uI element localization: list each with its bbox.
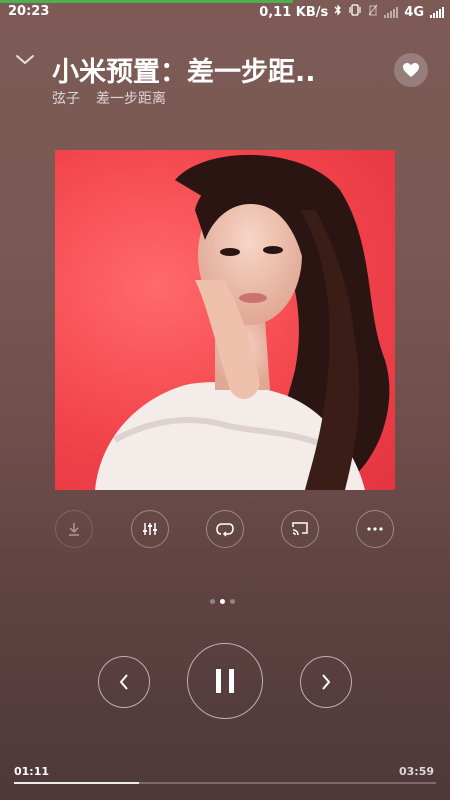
action-row: [0, 510, 450, 550]
pause-button[interactable]: [187, 643, 263, 719]
vibrate-icon: [348, 4, 362, 20]
page-dot[interactable]: [230, 599, 235, 604]
status-time: 20:23: [8, 4, 50, 19]
chevron-right-icon: [322, 674, 331, 690]
download-button[interactable]: [55, 510, 93, 548]
cast-icon: [292, 522, 308, 536]
next-button[interactable]: [300, 656, 352, 708]
pause-icon: [216, 669, 234, 693]
cast-button[interactable]: [281, 510, 319, 548]
song-subtitle: 弦子 差一步距离: [52, 88, 166, 108]
current-time: 01:11: [14, 765, 50, 778]
repeat-button[interactable]: [206, 510, 244, 548]
seek-bar-fill: [14, 782, 140, 784]
page-dot-active[interactable]: [220, 599, 225, 604]
more-icon: [367, 527, 383, 531]
chevron-down-icon: [16, 55, 34, 65]
playback-controls: [0, 643, 450, 721]
status-bar: 20:23 0,11 KB/s 4G: [0, 3, 450, 23]
equalizer-icon: [143, 523, 157, 535]
equalizer-button[interactable]: [131, 510, 169, 548]
heart-icon: [403, 63, 419, 77]
more-button[interactable]: [356, 510, 394, 548]
album-cover: [55, 150, 395, 490]
total-time: 03:59: [398, 765, 434, 778]
bluetooth-icon: [334, 4, 342, 20]
download-icon: [69, 523, 79, 536]
album-name[interactable]: 差一步距离: [96, 88, 166, 108]
signal-sim2-icon: [430, 6, 444, 18]
signal-sim1-icon: [384, 6, 399, 18]
album-cover-artwork: [95, 154, 390, 490]
repeat-icon: [216, 523, 234, 537]
song-title: 小米预置：差一步距..: [52, 57, 316, 88]
status-icons: 0,11 KB/s 4G: [259, 4, 444, 20]
page-dot[interactable]: [210, 599, 215, 604]
net-speed: 0,11 KB/s: [259, 4, 329, 20]
player-header: 小米预置：差一步距.. 弦子 差一步距离: [0, 44, 450, 114]
artist-name[interactable]: 弦子: [52, 88, 80, 108]
no-sim-icon: [368, 4, 378, 20]
previous-button[interactable]: [98, 656, 150, 708]
progress-area: 01:11 03:59: [0, 760, 450, 800]
collapse-button[interactable]: [14, 52, 36, 66]
seek-bar[interactable]: [14, 782, 436, 784]
like-button[interactable]: [394, 53, 428, 87]
page-indicator: [210, 599, 235, 604]
chevron-left-icon: [119, 674, 128, 690]
network-type: 4G: [404, 4, 424, 20]
